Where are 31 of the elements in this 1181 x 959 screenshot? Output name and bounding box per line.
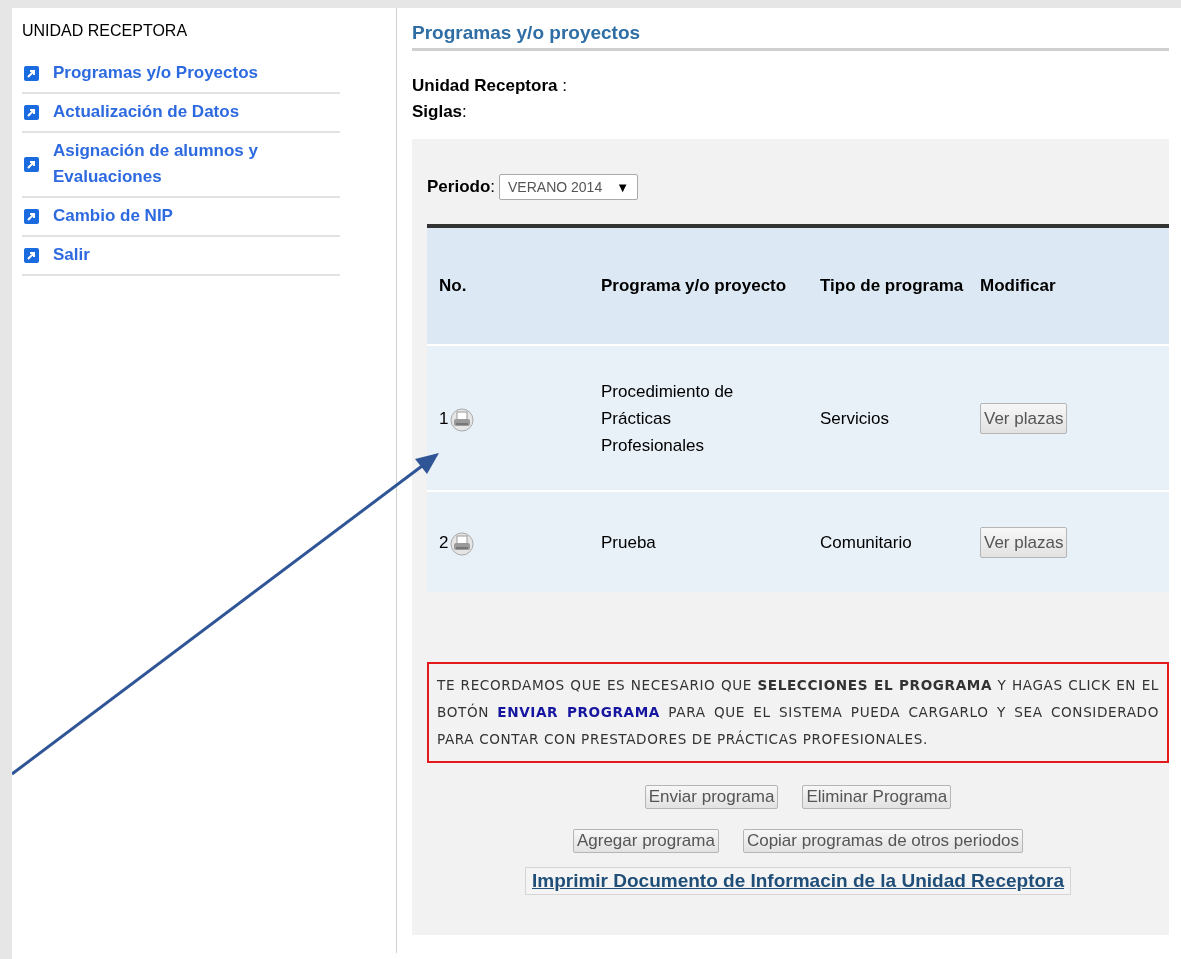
view-slots-button[interactable]: Ver plazas xyxy=(980,402,1068,434)
program-name: Prueba xyxy=(601,531,657,554)
view-slots-button[interactable]: Ver plazas xyxy=(980,526,1068,558)
row-number: 2 xyxy=(439,531,449,554)
column-header: Tipo de programa xyxy=(808,226,968,345)
sidebar-link[interactable]: Cambio de NIP xyxy=(53,203,303,229)
field-label: Unidad Receptora : xyxy=(412,75,568,97)
action-button[interactable]: Copiar programas de otros periodos xyxy=(742,829,1024,853)
reminder-notice: TE RECORDAMOS QUE ES NECESARIO QUE SELECCIONES EL PROGRAMA Y HAGAS CLICK EN EL BOTÓN ENVIAR PROGRAMA PARA QUE EL SISTEMA PUEDA CARGARLO Y SEA CONSIDERADO PARA CONTAR CON PRESTADORES DE PRÁCTICAS PROFESIONALES. xyxy=(427,662,1169,763)
sidebar-link[interactable]: Salir xyxy=(53,242,303,268)
program-type: Servicios xyxy=(820,408,889,428)
program-name: Procedimiento de Prácticas Profesionales xyxy=(601,380,735,457)
page-title: Programas y/o proyectos xyxy=(412,22,1169,51)
column-header: Modificar xyxy=(968,226,1169,345)
print-document-link[interactable]: Imprimir Documento de Informacin de la Unidad Receptora xyxy=(524,867,1072,895)
field-label: Siglas: xyxy=(412,101,468,123)
period-label: Periodo: xyxy=(427,177,496,197)
action-button[interactable]: Agregar programa xyxy=(572,829,719,853)
program-type: Comunitario xyxy=(820,532,912,552)
column-header: Programa y/o proyecto xyxy=(589,226,808,345)
sidebar-header: UNIDAD RECEPTORA xyxy=(22,22,189,40)
column-header: No. xyxy=(427,226,589,345)
row-number: 1 xyxy=(439,407,449,430)
sidebar-link[interactable]: Actualización de Datos xyxy=(53,99,303,125)
period-dropdown[interactable]: VERANO 2014 ▼ xyxy=(499,174,639,200)
printer-icon[interactable] xyxy=(450,407,475,432)
printer-icon[interactable] xyxy=(450,531,475,556)
action-button[interactable]: Eliminar Programa xyxy=(802,785,952,809)
action-button[interactable]: Enviar programa xyxy=(644,785,779,809)
sidebar-link[interactable]: Asignación de alumnos y Evaluaciones xyxy=(53,138,303,190)
sidebar-link[interactable]: Programas y/o Proyectos xyxy=(53,60,303,86)
